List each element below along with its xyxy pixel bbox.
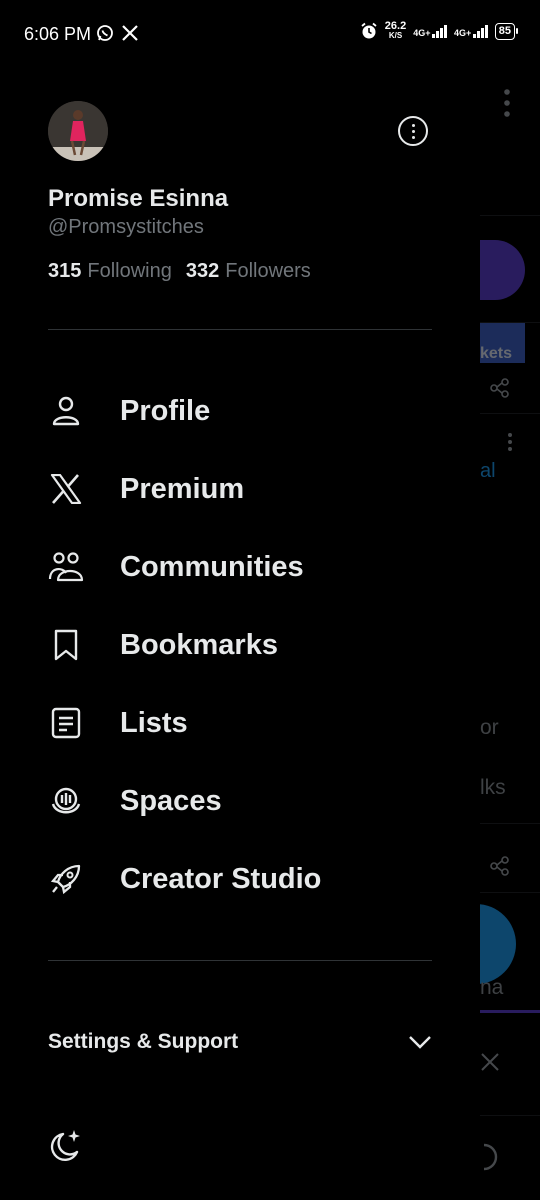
menu-label: Lists bbox=[120, 706, 188, 739]
menu-item-premium[interactable]: Premium bbox=[48, 461, 432, 517]
menu-label: Creator Studio bbox=[120, 862, 322, 895]
menu-label: Premium bbox=[120, 472, 245, 505]
profile-name[interactable]: Promise Esinna bbox=[48, 185, 228, 213]
profile-handle: @Promsystitches bbox=[48, 216, 204, 238]
status-bar: 6:06 PM 26.2 K/S 4G+ 4G+ 85 bbox=[0, 0, 540, 70]
settings-support-toggle[interactable]: Settings & Support bbox=[48, 1022, 432, 1062]
drawer-scrim[interactable] bbox=[480, 70, 540, 1200]
menu-label: Bookmarks bbox=[120, 628, 278, 661]
follow-stats: 315 Following 332 Followers bbox=[48, 260, 319, 283]
followers-label[interactable]: Followers bbox=[225, 260, 311, 283]
divider bbox=[48, 960, 432, 961]
communities-icon bbox=[48, 549, 84, 585]
status-system-icons: 26.2 K/S 4G+ 4G+ 85 bbox=[360, 20, 518, 41]
following-count[interactable]: 315 bbox=[48, 260, 81, 283]
chevron-down-icon bbox=[409, 1036, 431, 1049]
menu-label: Profile bbox=[120, 394, 211, 427]
moon-icon bbox=[50, 1130, 80, 1162]
menu-label: Communities bbox=[120, 550, 304, 583]
battery-indicator: 85 bbox=[494, 22, 518, 40]
network-speed: 26.2 K/S bbox=[384, 20, 407, 41]
menu-label: Spaces bbox=[120, 784, 222, 817]
divider bbox=[48, 329, 432, 330]
x-logo-icon bbox=[122, 25, 138, 41]
signal-2: 4G+ bbox=[454, 24, 488, 38]
menu-item-spaces[interactable]: Spaces bbox=[48, 773, 432, 829]
menu-item-communities[interactable]: Communities bbox=[48, 539, 432, 595]
rocket-icon bbox=[48, 861, 84, 897]
x-logo-icon bbox=[48, 471, 84, 507]
menu-item-bookmarks[interactable]: Bookmarks bbox=[48, 617, 432, 673]
theme-toggle-button[interactable] bbox=[48, 1126, 84, 1166]
alarm-icon bbox=[361, 22, 377, 39]
menu-item-lists[interactable]: Lists bbox=[48, 695, 432, 751]
avatar[interactable] bbox=[48, 101, 108, 161]
following-label[interactable]: Following bbox=[87, 260, 171, 283]
followers-count[interactable]: 332 bbox=[186, 260, 219, 283]
bookmark-icon bbox=[48, 627, 84, 663]
person-icon bbox=[48, 393, 84, 429]
menu-item-profile[interactable]: Profile bbox=[48, 383, 432, 439]
spaces-icon bbox=[48, 783, 84, 819]
account-options-button[interactable] bbox=[398, 116, 428, 146]
menu-item-creator-studio[interactable]: Creator Studio bbox=[48, 851, 432, 907]
settings-label: Settings & Support bbox=[48, 1030, 239, 1053]
status-time: 6:06 PM bbox=[24, 24, 92, 44]
status-notification-icons bbox=[96, 24, 138, 42]
signal-1: 4G+ bbox=[413, 24, 447, 38]
list-icon bbox=[48, 705, 84, 741]
whatsapp-icon bbox=[97, 25, 113, 41]
